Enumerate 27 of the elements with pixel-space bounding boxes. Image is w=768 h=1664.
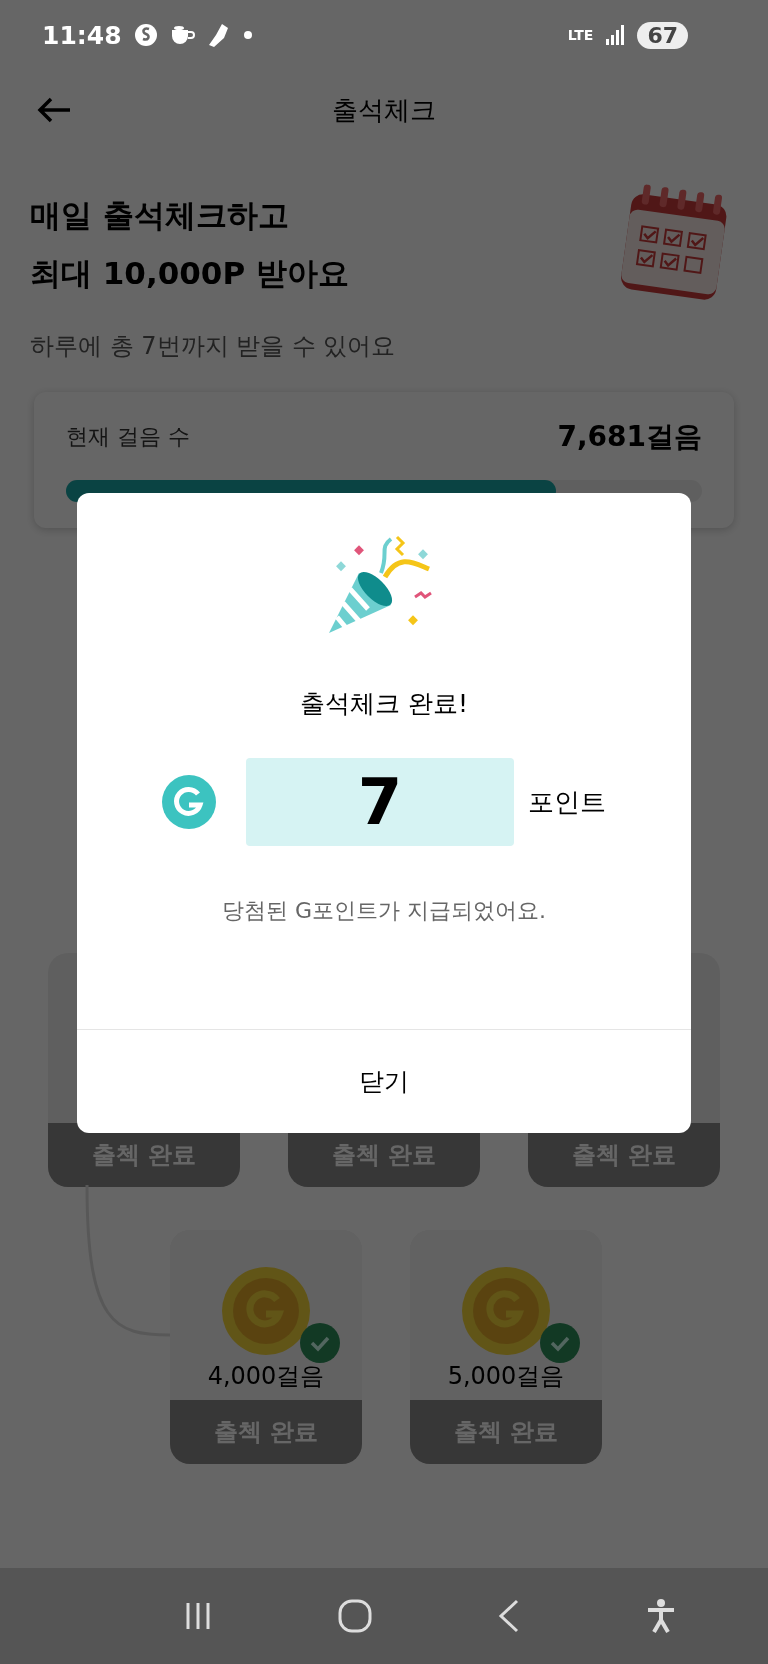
subtitle: 하루에 총 7번까지 받을 수 있어요 <box>30 331 396 362</box>
close-button[interactable]: 닫기 <box>77 1029 691 1133</box>
signal-icon <box>605 25 626 45</box>
points-amount: 7 <box>246 758 514 846</box>
coin-icon <box>221 1266 311 1356</box>
page-title: 출석체크 <box>332 93 436 127</box>
clock: 11:48 <box>42 20 122 50</box>
headline: 최대 10,000P 받아요 <box>30 254 350 293</box>
steps-count: 7,681걸음 <box>557 419 702 455</box>
home-icon[interactable] <box>337 1599 372 1633</box>
network-type: LTE <box>567 27 594 43</box>
dialog-title: 출석체크 완료! <box>300 688 468 720</box>
notification-dot-icon <box>243 31 252 39</box>
step-label: 5,000걸음 <box>447 1361 565 1392</box>
back-arrow-icon[interactable] <box>36 96 72 124</box>
battery-level: 67 <box>637 21 688 49</box>
dialog-message: 당첨된 G포인트가 지급되었어요. <box>222 897 546 925</box>
points-unit: 포인트 <box>528 785 606 819</box>
accessibility-icon[interactable] <box>645 1599 676 1633</box>
app-notification-icon <box>133 23 158 47</box>
g-point-icon <box>162 775 216 829</box>
step-label: 4,000걸음 <box>207 1361 325 1392</box>
cup-icon <box>169 24 196 46</box>
steps-label: 현재 걸음 수 <box>66 423 190 451</box>
back-icon[interactable] <box>496 1599 521 1633</box>
headline: 매일 출석체크하고 <box>30 196 290 235</box>
coin-icon <box>461 1266 551 1356</box>
